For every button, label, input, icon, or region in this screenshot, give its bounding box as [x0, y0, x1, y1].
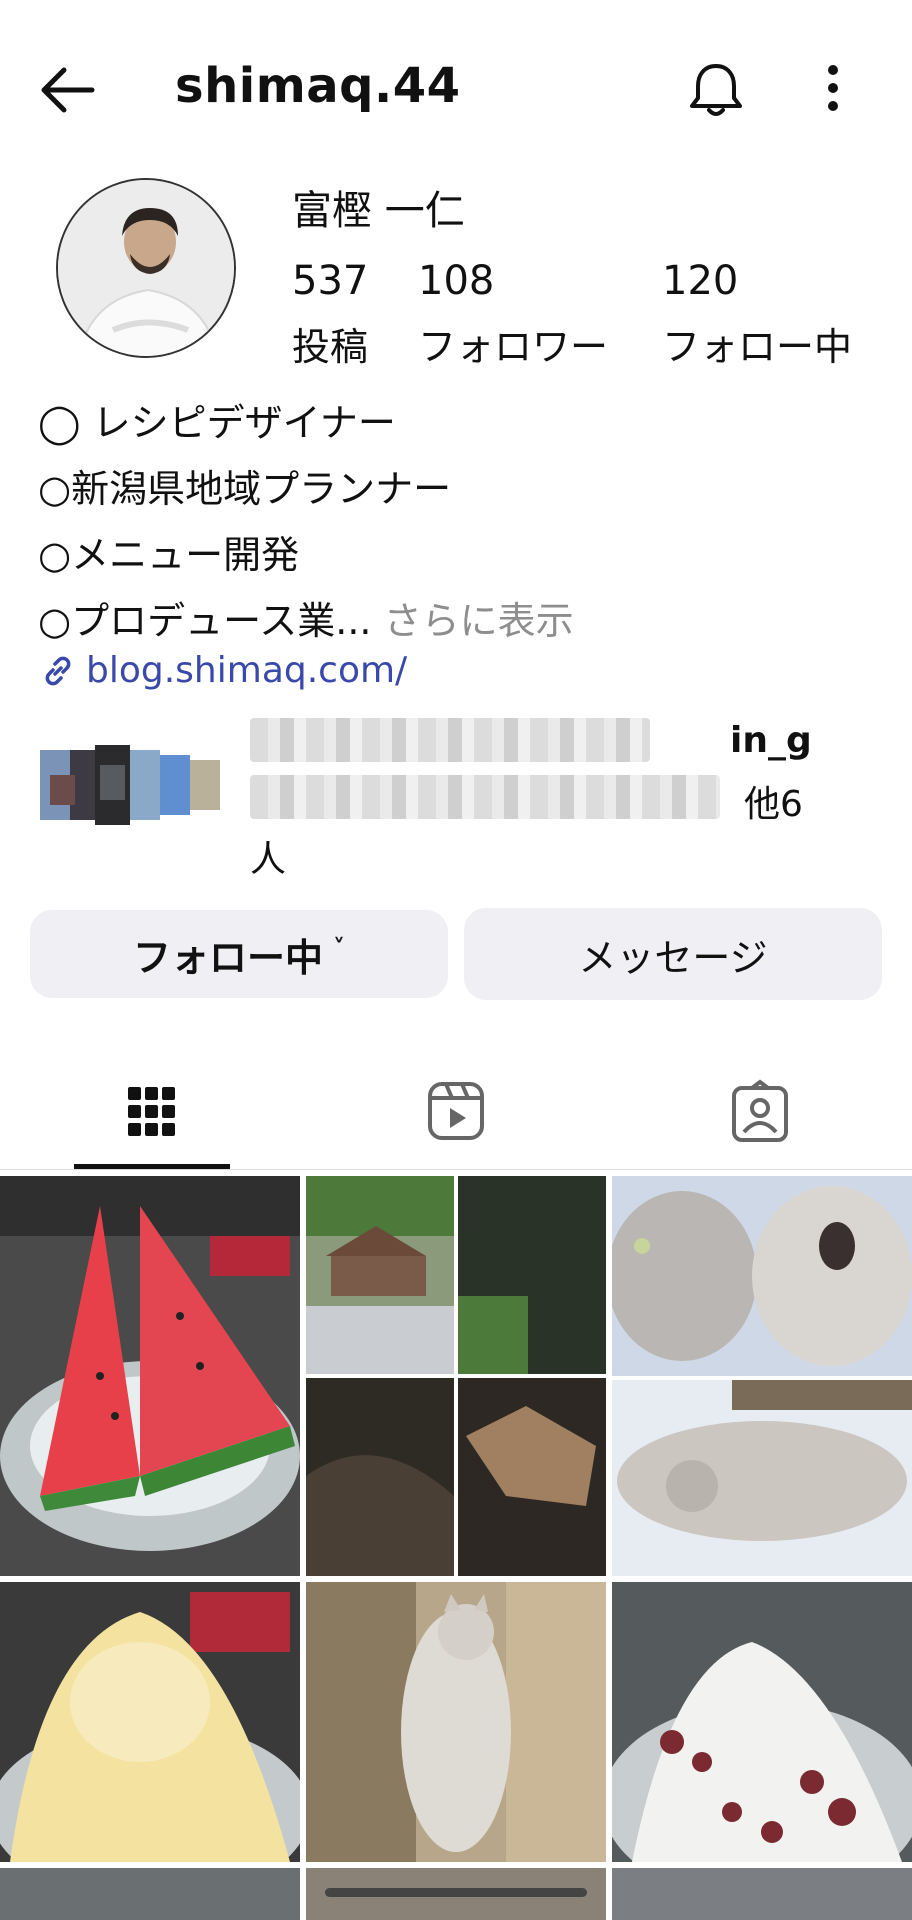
more-options-button[interactable]	[808, 60, 858, 120]
following-label[interactable]: フォロー中	[662, 316, 852, 371]
grid-post-shaved-ice[interactable]	[0, 1582, 300, 1862]
bio-line: ○プロデュース業...	[38, 599, 372, 643]
bio-last-line: ○プロデュース業... さらに表示	[38, 590, 574, 645]
grid-post-watermelon[interactable]	[0, 1176, 300, 1576]
grid-post-cat-floor[interactable]	[306, 1582, 606, 1862]
reels-icon	[428, 1082, 484, 1140]
photo-cave-collage	[306, 1176, 606, 1576]
posts-count: 537	[292, 258, 369, 304]
grid-post-partial[interactable]	[0, 1868, 300, 1920]
photo-cat-collage	[612, 1176, 912, 1576]
photo-azuki-shaved-ice	[612, 1582, 912, 1862]
profile-username: shimaq.44	[175, 58, 461, 114]
posts-label: 投稿	[292, 325, 369, 369]
notifications-button[interactable]	[684, 58, 748, 122]
profile-photo	[58, 180, 234, 356]
avatar[interactable]	[56, 178, 236, 358]
mutual-others-suffix[interactable]: 人	[250, 830, 286, 882]
arrow-left-icon	[41, 67, 95, 113]
link-text: blog.shimaq.com/	[86, 650, 408, 691]
back-button[interactable]	[36, 62, 100, 118]
message-button-label: メッセージ	[578, 935, 768, 980]
profile-link[interactable]: blog.shimaq.com/	[40, 650, 407, 691]
bio-line: ○新潟県地域プランナー	[38, 467, 452, 511]
bio-line: ○メニュー開発	[38, 533, 300, 577]
tab-posts-grid[interactable]	[112, 1078, 192, 1148]
grid-post-partial[interactable]	[612, 1868, 912, 1920]
blurred-username	[250, 775, 720, 819]
message-button[interactable]: メッセージ	[464, 908, 882, 1000]
following-count[interactable]: 120	[662, 258, 738, 304]
tab-tagged[interactable]	[720, 1078, 800, 1148]
grid-icon	[128, 1087, 175, 1136]
grid-post-cat-collage[interactable]	[612, 1176, 912, 1576]
grid-post-cave-collage[interactable]	[306, 1176, 606, 1576]
home-indicator[interactable]	[325, 1888, 587, 1897]
blurred-avatars	[40, 745, 220, 825]
bio-line: ◯ レシピデザイナー	[38, 401, 396, 445]
more-vertical-icon	[828, 65, 838, 111]
tab-divider	[0, 1169, 912, 1170]
profile-display-name: 富樫 一仁	[292, 188, 465, 234]
followers-count[interactable]: 108	[418, 258, 494, 304]
blurred-username	[250, 718, 650, 762]
chevron-down-icon: ˅	[333, 934, 345, 962]
bell-icon	[690, 64, 742, 116]
followers-label[interactable]: フォロワー	[418, 316, 608, 371]
mutual-followers-text[interactable]: in_g	[730, 720, 812, 761]
mutual-others-text[interactable]: 他6	[744, 775, 803, 827]
grid-post-azuki-ice[interactable]	[612, 1582, 912, 1862]
photo-yellow-shaved-ice	[0, 1582, 300, 1862]
photo-watermelon-shaved-ice	[0, 1176, 300, 1576]
tab-reels[interactable]	[416, 1078, 496, 1148]
photo-cat-on-floor	[306, 1582, 606, 1862]
link-icon	[45, 656, 71, 685]
following-button-label: フォロー中	[132, 935, 323, 980]
show-more-link[interactable]: さらに表示	[384, 599, 574, 643]
following-button[interactable]: フォロー中 ˅	[30, 910, 448, 998]
mutual-followers-avatars[interactable]	[40, 745, 220, 825]
tagged-icon	[732, 1079, 788, 1142]
